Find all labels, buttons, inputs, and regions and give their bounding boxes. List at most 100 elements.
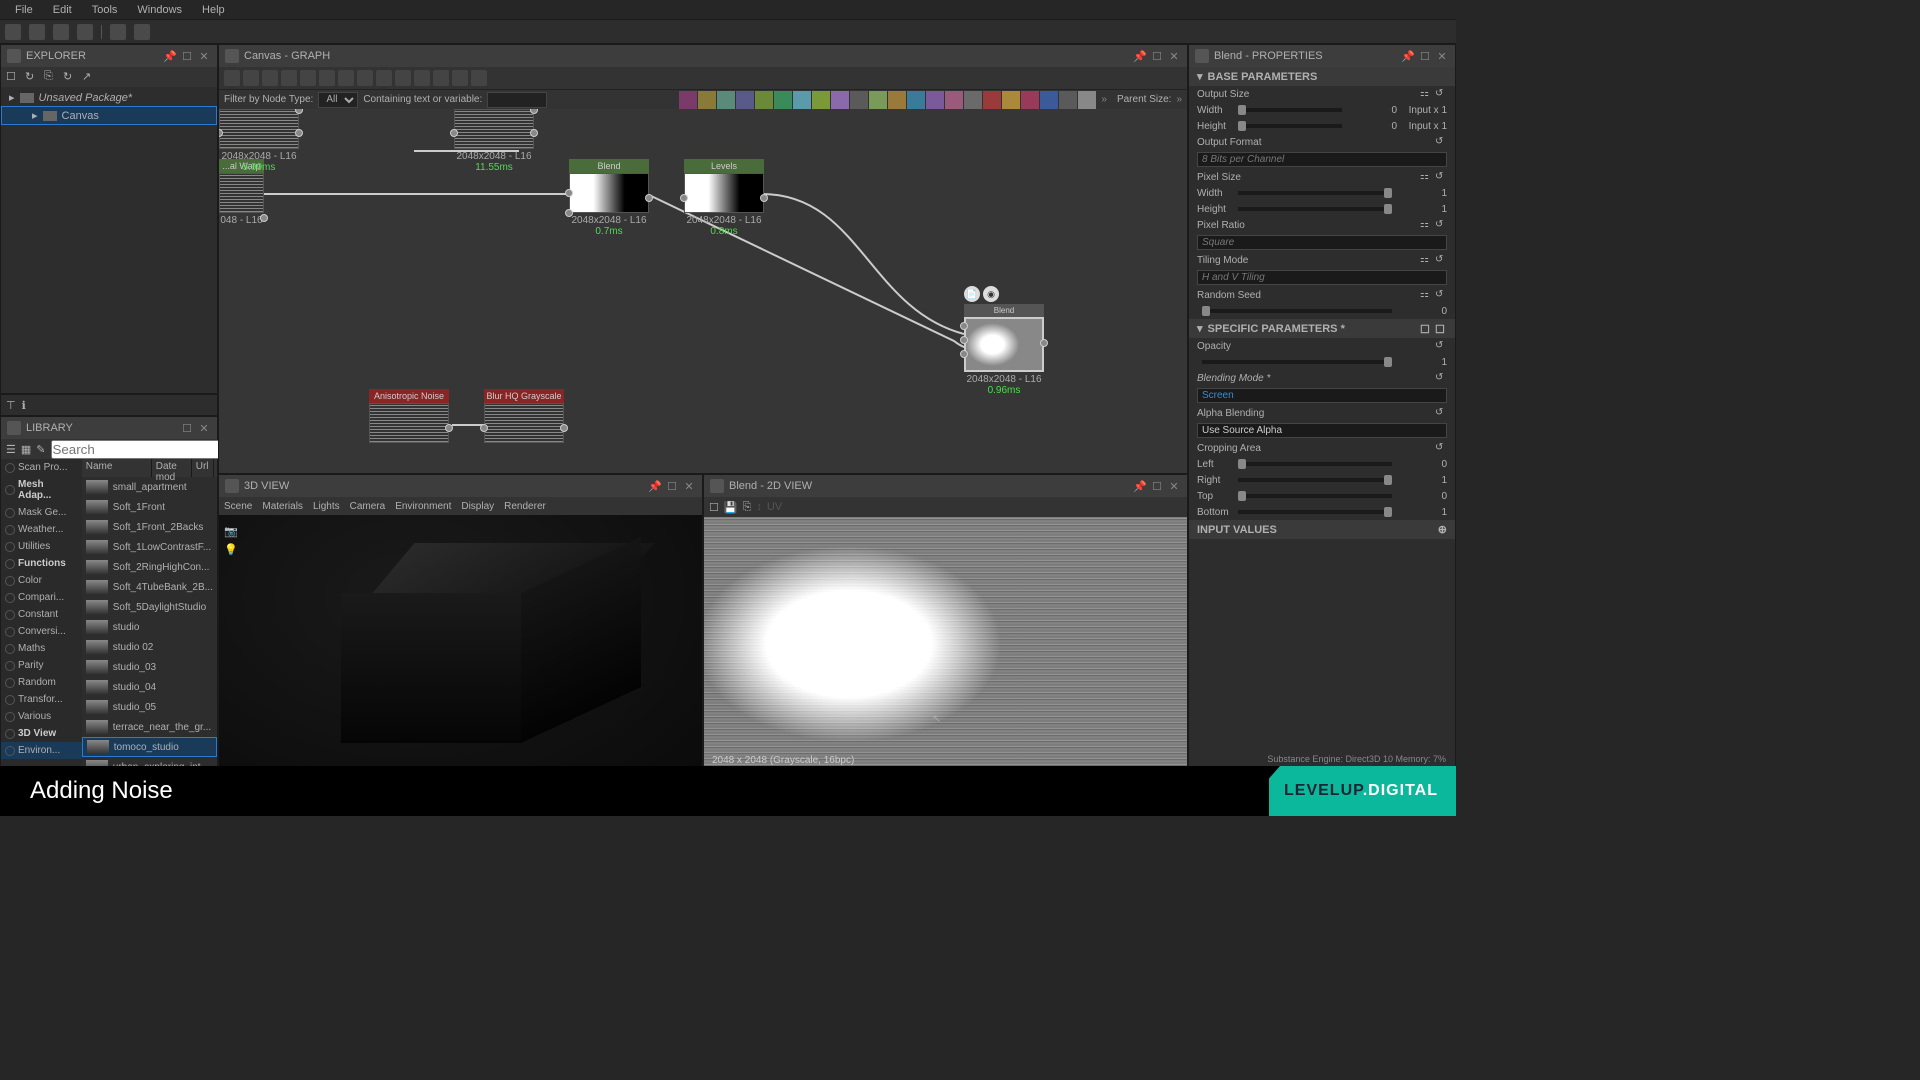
brush-icon[interactable]: ✎ [36, 443, 45, 456]
camera-icon[interactable]: 📷 [224, 525, 238, 538]
swatch[interactable] [736, 91, 754, 109]
swatch[interactable] [1078, 91, 1096, 109]
fit-icon[interactable] [319, 70, 335, 86]
swatch[interactable] [812, 91, 830, 109]
slider-opacity[interactable] [1202, 360, 1392, 364]
col-date[interactable]: Date mod [152, 459, 192, 477]
tool-icon[interactable] [357, 70, 373, 86]
menu-camera[interactable]: Camera [350, 501, 386, 512]
maximize-icon[interactable]: ☐ [180, 49, 194, 63]
maximize-icon[interactable]: ☐ [1150, 479, 1164, 493]
library-category[interactable]: Mask Ge... [1, 504, 82, 521]
camera-icon[interactable] [262, 70, 278, 86]
export-icon[interactable]: ↗ [82, 70, 96, 84]
tool-icon[interactable] [433, 70, 449, 86]
reset-icon[interactable]: ↺ [1435, 407, 1447, 419]
pin-icon[interactable]: 📌 [648, 479, 662, 493]
maximize-icon[interactable]: ☐ [180, 421, 194, 435]
light-icon[interactable]: 💡 [224, 543, 238, 556]
list-item[interactable]: Soft_1Front_2Backs [82, 517, 217, 537]
swatch[interactable] [926, 91, 944, 109]
refresh-icon[interactable]: ↻ [25, 70, 39, 84]
info-icon[interactable]: ℹ [22, 399, 26, 412]
node-badge-icon[interactable]: ◉ [983, 286, 999, 302]
grid-icon[interactable]: ▦ [21, 443, 31, 456]
save-icon[interactable]: 💾 [724, 501, 738, 514]
pin-icon[interactable]: 📌 [1133, 479, 1147, 493]
swatch[interactable] [1059, 91, 1077, 109]
library-category[interactable]: Scan Pro... [1, 459, 82, 476]
menu-renderer[interactable]: Renderer [504, 501, 546, 512]
library-category[interactable]: 3D View [1, 725, 82, 742]
close-icon[interactable]: ✕ [197, 421, 211, 435]
maximize-icon[interactable]: ☐ [1150, 49, 1164, 63]
swatch[interactable] [1021, 91, 1039, 109]
library-category[interactable]: Random [1, 674, 82, 691]
select-blending[interactable]: Screen [1197, 388, 1447, 403]
link-icon[interactable]: ⚏ [1420, 219, 1432, 231]
list-item[interactable]: Soft_1LowContrastF... [82, 537, 217, 557]
swatch[interactable] [850, 91, 868, 109]
select-ratio[interactable]: Square [1197, 235, 1447, 250]
library-category[interactable]: Weather... [1, 521, 82, 538]
tool-icon[interactable] [395, 70, 411, 86]
list-item[interactable]: studio [82, 617, 217, 637]
refresh-icon[interactable] [29, 24, 45, 40]
library-category[interactable]: Parity [1, 657, 82, 674]
pin-icon[interactable]: 📌 [1133, 49, 1147, 63]
redo-icon[interactable] [134, 24, 150, 40]
link-icon[interactable]: ⎘ [44, 70, 58, 84]
node-blur[interactable]: Blur HQ Grayscale [484, 389, 564, 443]
menu-scene[interactable]: Scene [224, 501, 252, 512]
swatch[interactable] [717, 91, 735, 109]
list-item[interactable]: studio_04 [82, 677, 217, 697]
slider-right[interactable] [1238, 478, 1392, 482]
pin-icon[interactable]: 📌 [163, 49, 177, 63]
library-category[interactable]: Color [1, 572, 82, 589]
menu-tools[interactable]: Tools [82, 4, 128, 16]
tool-icon[interactable] [338, 70, 354, 86]
close-icon[interactable]: ✕ [1167, 49, 1181, 63]
tool-icon[interactable] [414, 70, 430, 86]
swatch[interactable] [755, 91, 773, 109]
home-icon[interactable] [5, 24, 21, 40]
list-item[interactable]: terrace_near_the_gr... [82, 717, 217, 737]
graph-canvas[interactable]: ...al Warp 048 - L16 2048x2048 - L16 5.9… [219, 109, 1187, 473]
chevron-down-icon[interactable]: ▾ [1197, 70, 1203, 83]
tree-canvas[interactable]: ▸ Canvas [1, 106, 217, 125]
node-1[interactable]: 2048x2048 - L16 5.99ms [219, 109, 299, 173]
viewport-3d[interactable]: 📷 💡 ⊹ [219, 515, 702, 791]
slider-height[interactable] [1238, 124, 1342, 128]
swatch[interactable] [983, 91, 1001, 109]
search-input[interactable] [51, 440, 232, 459]
node-badge-icon[interactable]: 📄 [964, 286, 980, 302]
reset-icon[interactable]: ↺ [1435, 171, 1447, 183]
menu-materials[interactable]: Materials [262, 501, 303, 512]
link-icon[interactable]: ⚏ [1420, 171, 1432, 183]
section-input[interactable]: INPUT VALUES [1197, 524, 1277, 536]
tool-icon[interactable]: ☐ [1420, 323, 1432, 335]
swatch[interactable] [907, 91, 925, 109]
reset-icon[interactable]: ↺ [1435, 372, 1447, 384]
reset-icon[interactable]: ↺ [1435, 442, 1447, 454]
node-levels[interactable]: Levels 2048x2048 - L16 0.8ms [684, 159, 764, 237]
menu-windows[interactable]: Windows [127, 4, 192, 16]
library-category[interactable]: Maths [1, 640, 82, 657]
tool-icon[interactable]: ⊤ [6, 399, 16, 412]
pin-icon[interactable]: 📌 [1401, 49, 1415, 63]
slider-px-height[interactable] [1238, 207, 1392, 211]
undo-icon[interactable] [110, 24, 126, 40]
library-category[interactable]: Conversi... [1, 623, 82, 640]
select-tiling[interactable]: H and V Tiling [1197, 270, 1447, 285]
tool-icon[interactable] [224, 70, 240, 86]
viewport-2d[interactable]: 2048 x 2048 (Grayscale, 16bpc) ↖ [704, 517, 1187, 771]
swatch[interactable] [869, 91, 887, 109]
node-aniso[interactable]: Anisotropic Noise [369, 389, 449, 443]
maximize-icon[interactable]: ☐ [1418, 49, 1432, 63]
select-alpha[interactable]: Use Source Alpha [1197, 423, 1447, 438]
tool-icon[interactable] [471, 70, 487, 86]
link-icon[interactable]: ⚏ [1420, 88, 1432, 100]
tool-icon[interactable]: ☐ [1435, 323, 1447, 335]
library-category[interactable]: Environ... [1, 742, 82, 759]
slider-seed[interactable] [1202, 309, 1392, 313]
